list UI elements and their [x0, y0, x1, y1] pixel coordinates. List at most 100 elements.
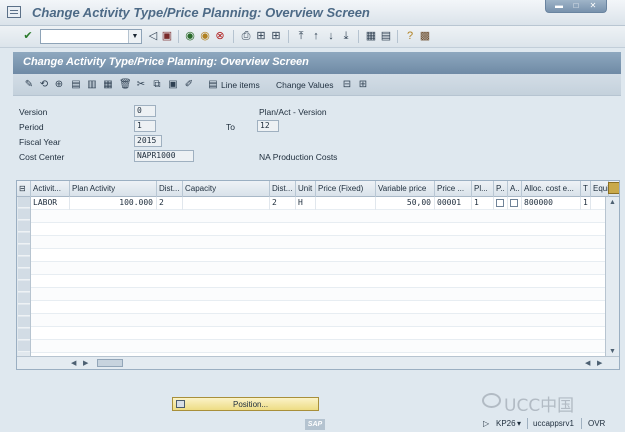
minimize-icon[interactable]: ▬ — [553, 2, 565, 10]
other-icon[interactable]: ⟲ — [38, 79, 50, 91]
deselect-icon[interactable]: ▦ — [102, 79, 114, 91]
detail-icon[interactable]: ⊕ — [53, 79, 65, 91]
status-arrow-icon[interactable]: ▷ — [483, 419, 489, 428]
select-block-icon[interactable]: ▥ — [86, 79, 98, 91]
back-nav-icon[interactable]: ◁ — [147, 30, 159, 42]
scroll-left-end-icon[interactable]: ◀ — [585, 359, 590, 367]
scroll-left-icon[interactable]: ◀ — [71, 359, 76, 367]
scroll-right-icon[interactable]: ▶ — [83, 359, 88, 367]
cell-unit[interactable]: H — [296, 197, 316, 210]
col-t[interactable]: T — [581, 181, 591, 197]
row-selector[interactable] — [18, 269, 30, 280]
cell-variable-price[interactable]: 50,00 — [376, 197, 435, 210]
line-items-button[interactable]: Line items — [221, 80, 260, 90]
col-p[interactable]: P.. — [494, 181, 508, 197]
cell-dist-key-2[interactable]: 2 — [270, 197, 296, 210]
row-selector[interactable] — [18, 245, 30, 256]
cell-dist-key-1[interactable]: 2 — [157, 197, 183, 210]
scroll-right-end-icon[interactable]: ▶ — [597, 359, 602, 367]
row-selector[interactable] — [18, 221, 30, 232]
vertical-scrollbar[interactable]: ▲ ▼ — [605, 197, 619, 357]
col-price-unit[interactable]: Price ... — [435, 181, 472, 197]
window-menu-icon[interactable] — [7, 6, 21, 18]
status-dropdown-icon[interactable]: ▾ — [517, 419, 521, 428]
first-page-icon[interactable]: ⤒ — [295, 30, 307, 42]
period-from-field[interactable]: 1 — [134, 120, 156, 132]
version-field[interactable]: 0 — [134, 105, 156, 117]
col-variable-price[interactable]: Variable price — [376, 181, 435, 197]
column-config-icon[interactable] — [608, 182, 619, 194]
row-selector[interactable] — [18, 329, 30, 340]
scroll-down-icon[interactable]: ▼ — [609, 348, 616, 355]
col-price-fixed[interactable]: Price (Fixed) — [316, 181, 376, 197]
row-selector[interactable] — [18, 317, 30, 328]
command-field[interactable]: ▼ — [40, 29, 142, 44]
back-icon[interactable]: ◉ — [184, 30, 196, 42]
scroll-thumb[interactable] — [97, 359, 123, 367]
period-to-field[interactable]: 12 — [257, 120, 279, 132]
chevron-down-icon[interactable]: ▼ — [128, 30, 141, 43]
col-activity-type[interactable]: Activit... — [31, 181, 70, 197]
edit-icon[interactable]: ✐ — [183, 79, 195, 91]
horizontal-scrollbar[interactable]: ◀ ▶ ◀ ▶ — [17, 356, 619, 369]
delete-icon[interactable]: 🗑 — [119, 79, 132, 91]
col-dist-key-2[interactable]: Dist... — [270, 181, 296, 197]
row-selector[interactable] — [18, 209, 30, 220]
previous-object-icon[interactable]: ⊟ — [341, 79, 353, 91]
prev-page-icon[interactable]: ↑ — [310, 30, 322, 42]
scroll-up-icon[interactable]: ▲ — [609, 199, 616, 206]
close-icon[interactable]: ✕ — [587, 2, 599, 10]
cell-activity-type[interactable]: LABOR — [31, 197, 70, 210]
maximize-icon[interactable]: □ — [570, 2, 582, 10]
enter-icon[interactable]: ✔ — [22, 30, 34, 42]
col-plan-activity[interactable]: Plan Activity — [70, 181, 157, 197]
new-session-icon[interactable]: ▦ — [365, 30, 377, 42]
position-button[interactable]: Position... — [172, 397, 319, 411]
col-unit[interactable]: Unit — [296, 181, 316, 197]
row-selector[interactable] — [18, 233, 30, 244]
find-icon[interactable]: ⊞ — [255, 30, 267, 42]
col-a[interactable]: A.. — [508, 181, 522, 197]
cell-price-fixed[interactable] — [316, 197, 376, 210]
shortcut-icon[interactable]: ▤ — [380, 30, 392, 42]
row-selector[interactable] — [18, 305, 30, 316]
col-equi[interactable]: Equi... — [591, 181, 609, 197]
copy-icon[interactable]: ⧉ — [151, 79, 163, 91]
row-selector[interactable] — [18, 341, 30, 352]
change-display-icon[interactable]: ✎ — [23, 79, 35, 91]
exit-icon[interactable]: ◉ — [199, 30, 211, 42]
row-selector[interactable] — [18, 293, 30, 304]
line-items-icon[interactable]: ▤ — [207, 79, 219, 91]
cell-capacity[interactable] — [183, 197, 270, 210]
status-mode[interactable]: OVR — [588, 419, 605, 428]
col-dist-key-1[interactable]: Dist... — [157, 181, 183, 197]
help-icon[interactable]: ? — [404, 30, 416, 42]
last-page-icon[interactable]: ⤓ — [340, 30, 352, 42]
p-checkbox[interactable] — [496, 199, 504, 207]
fiscal-year-field[interactable]: 2015 — [134, 135, 162, 147]
status-transaction[interactable]: KP26 — [496, 419, 516, 428]
print-icon[interactable]: ⎙ — [240, 30, 252, 42]
row-selector[interactable] — [18, 257, 30, 268]
paste-icon[interactable]: ▣ — [167, 79, 179, 91]
table-settings-icon[interactable]: ⊟ — [17, 181, 31, 197]
next-object-icon[interactable]: ⊞ — [357, 79, 369, 91]
layout-icon[interactable]: ▩ — [419, 30, 431, 42]
row-selector[interactable] — [18, 197, 30, 208]
col-alloc-cost-elem[interactable]: Alloc. cost e... — [522, 181, 581, 197]
select-all-icon[interactable]: ▤ — [70, 79, 82, 91]
cancel-icon[interactable]: ⊗ — [214, 30, 226, 42]
col-capacity[interactable]: Capacity — [183, 181, 270, 197]
cell-price-unit[interactable]: 00001 — [435, 197, 472, 210]
find-next-icon[interactable]: ⊞ — [270, 30, 282, 42]
cell-alloc-cost-elem[interactable]: 800000 — [522, 197, 581, 210]
col-plan-indicator[interactable]: Pl... — [472, 181, 494, 197]
row-selector[interactable] — [18, 281, 30, 292]
change-values-button[interactable]: Change Values — [276, 80, 334, 90]
cell-plan-indicator[interactable]: 1 — [472, 197, 494, 210]
cut-icon[interactable]: ✂ — [135, 79, 147, 91]
next-page-icon[interactable]: ↓ — [325, 30, 337, 42]
a-checkbox[interactable] — [510, 199, 518, 207]
cost-center-field[interactable]: NAPR1000 — [134, 150, 194, 162]
cell-t[interactable]: 1 — [581, 197, 591, 210]
